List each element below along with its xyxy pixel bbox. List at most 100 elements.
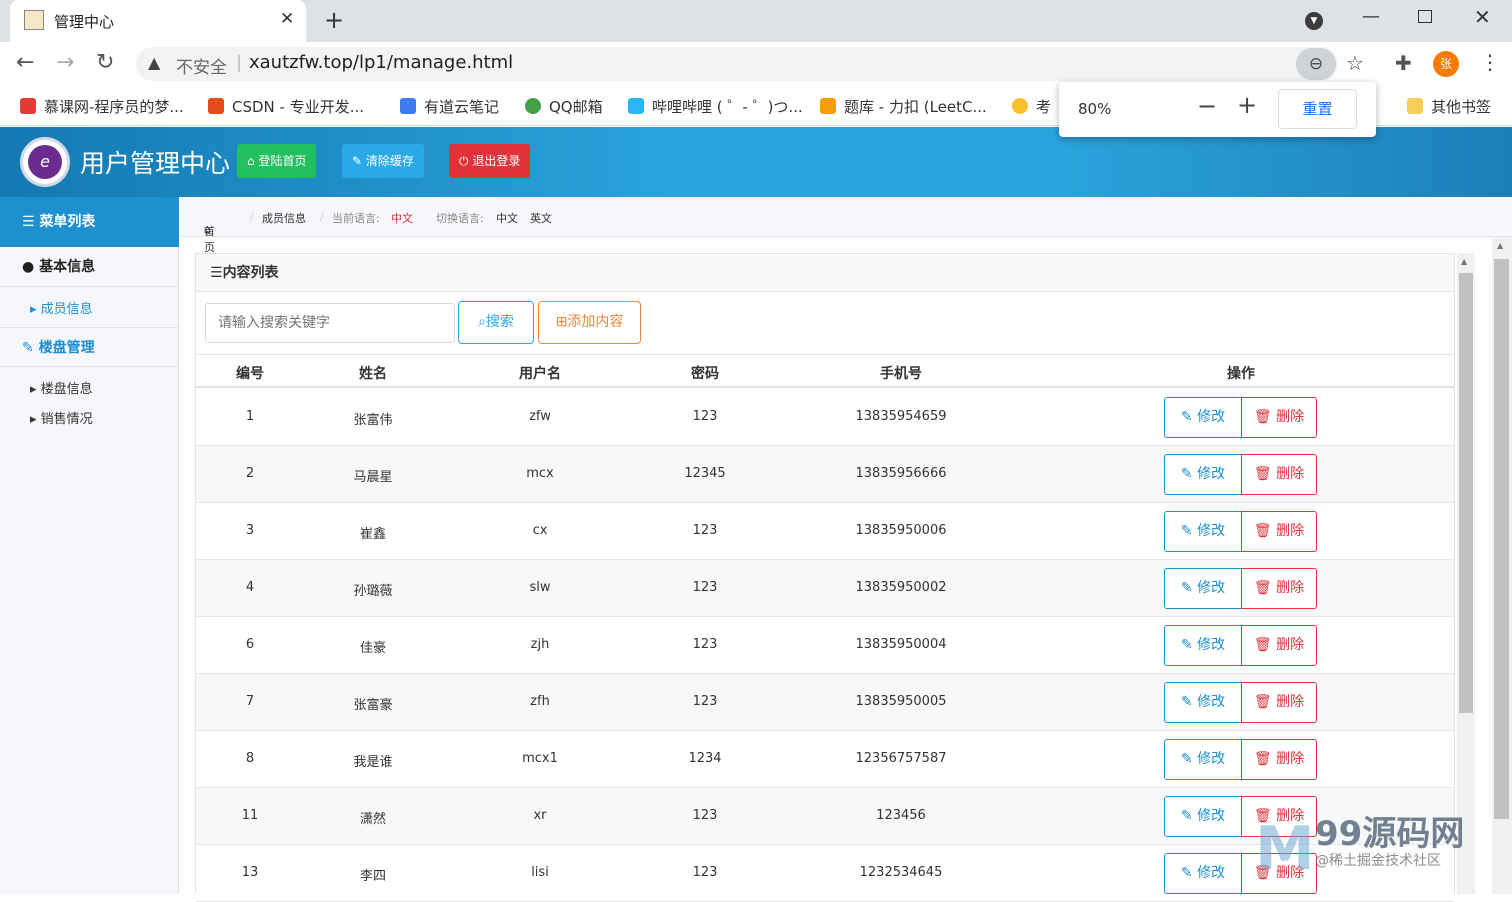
switch-to-chinese-link[interactable]: 中文 — [496, 210, 518, 226]
sidebar-item-property-info[interactable]: ▸ 楼盘信息 — [30, 378, 93, 397]
cell-password: 123 — [692, 808, 718, 823]
cell-phone: 1232534645 — [859, 865, 943, 880]
delete-button[interactable]: 🗑︎ 删除 — [1241, 682, 1317, 723]
bookmark-label: 慕课网-程序员的梦... — [44, 98, 184, 116]
minimize-window-icon[interactable]: — — [1362, 6, 1380, 27]
caret-right-icon: ▸ — [30, 302, 41, 317]
zoom-icon[interactable]: ⊖ — [1296, 48, 1336, 80]
back-arrow-icon[interactable]: ← — [16, 50, 34, 75]
add-content-button[interactable]: ⊞添加内容 — [538, 301, 641, 344]
url-text[interactable]: xautzfw.top/lp1/manage.html — [249, 52, 513, 73]
list-icon: ☰ — [22, 214, 40, 230]
cell-password: 123 — [692, 694, 718, 709]
new-tab-button[interactable]: + — [324, 6, 344, 34]
logout-button[interactable]: ⏻ 退出登录 — [449, 144, 531, 178]
edit-label: 修改 — [1197, 580, 1226, 596]
search-input[interactable] — [205, 303, 455, 343]
insecure-label[interactable]: 不安全 — [176, 53, 227, 78]
page-scroll-thumb[interactable] — [1494, 259, 1509, 819]
edit-button[interactable]: ✎ 修改 — [1164, 454, 1242, 495]
address-divider: | — [236, 52, 243, 73]
zoom-out-button[interactable]: − — [1197, 92, 1217, 120]
cell-username: zfw — [529, 409, 551, 424]
column-header-id: 编号 — [236, 366, 264, 382]
panel-header: ☰内容列表 — [196, 254, 1454, 292]
clear-cache-button[interactable]: ✎ 清除缓存 — [342, 144, 424, 178]
list-icon: ☰ — [210, 265, 223, 281]
delete-button[interactable]: 🗑︎ 删除 — [1241, 511, 1317, 552]
bookmark-item[interactable]: 慕课网-程序员的梦... — [20, 96, 184, 117]
cell-phone: 13835954659 — [855, 409, 947, 424]
sidebar-item-member-info[interactable]: ▸ 成员信息 — [30, 298, 93, 317]
close-window-icon[interactable]: ✕ — [1474, 5, 1491, 29]
delete-button[interactable]: 🗑︎ 删除 — [1241, 454, 1317, 495]
bookmark-item[interactable]: 有道云笔记 — [400, 96, 499, 117]
bookmark-item[interactable]: 考 — [1012, 96, 1051, 117]
address-bar[interactable]: ▲ 不安全 | xautzfw.top/lp1/manage.html ⊖ ☆ — [136, 47, 1364, 81]
edit-button[interactable]: ✎ 修改 — [1164, 796, 1242, 837]
cell-password: 12345 — [684, 466, 726, 481]
panel-title: 内容列表 — [222, 265, 279, 281]
delete-button[interactable]: 🗑︎ 删除 — [1241, 397, 1317, 438]
trash-icon: 🗑︎ — [1253, 694, 1277, 710]
reload-icon[interactable]: ↻ — [96, 50, 114, 75]
browser-tab[interactable]: 管理中心 ✕ — [10, 0, 306, 42]
bookmark-item[interactable]: 哔哩哔哩 ( ゜- ゜)つ... — [628, 96, 803, 117]
forward-arrow-icon[interactable]: → — [56, 50, 74, 75]
switch-to-english-link[interactable]: 英文 — [530, 210, 552, 226]
edit-icon: ✎ — [1180, 637, 1198, 653]
panel-scroll-thumb[interactable] — [1459, 273, 1473, 713]
table-row: 2 马晨星 mcx 12345 13835956666 ✎ 修改 🗑︎ 删除 — [196, 446, 1454, 503]
delete-button[interactable]: 🗑︎ 删除 — [1241, 739, 1317, 780]
sidebar-group-label: 楼盘管理 — [38, 340, 95, 356]
warning-icon[interactable]: ▲ — [148, 53, 160, 72]
bookmark-favicon-icon — [820, 98, 836, 114]
tab-close-icon[interactable]: ✕ — [280, 9, 294, 29]
search-button[interactable]: ⌕搜索 — [458, 301, 534, 344]
maximize-window-icon[interactable] — [1418, 10, 1432, 23]
scroll-up-icon[interactable]: ▲ — [1461, 257, 1467, 266]
scroll-up-icon[interactable]: ▲ — [1497, 241, 1503, 250]
cell-name: 崔鑫 — [359, 527, 387, 542]
edit-button[interactable]: ✎ 修改 — [1164, 397, 1242, 438]
watermark-subtitle: @稀土掘金技术社区 — [1315, 853, 1441, 869]
edit-button[interactable]: ✎ 修改 — [1164, 511, 1242, 552]
browser-menu-icon[interactable]: ⋮ — [1480, 50, 1500, 74]
bookmark-item[interactable]: 题库 - 力扣 (LeetC... — [820, 96, 987, 117]
zoom-in-button[interactable]: + — [1237, 91, 1257, 119]
edit-button[interactable]: ✎ 修改 — [1164, 853, 1242, 894]
column-header-password: 密码 — [691, 366, 719, 382]
sidebar-item-sales[interactable]: ▸ 销售情况 — [30, 408, 93, 427]
sidebar: ☰ 菜单列表 ● 基本信息 ▸ 成员信息 ✎ 楼盘管理 ▸ 楼盘信息 ▸ 销售情… — [0, 197, 179, 894]
login-home-button[interactable]: ⌂ 登陆首页 — [237, 144, 317, 178]
other-bookmarks[interactable]: 其他书签 — [1407, 96, 1491, 117]
extensions-puzzle-icon[interactable]: ✚ — [1395, 51, 1412, 75]
edit-button[interactable]: ✎ 修改 — [1164, 625, 1242, 666]
sidebar-group-basic-info[interactable]: ● 基本信息 — [0, 247, 179, 287]
watermark-logo-icon: M — [1255, 814, 1315, 884]
cell-id: 11 — [241, 808, 259, 823]
page-scrollbar[interactable]: ▲ — [1492, 237, 1512, 894]
edit-button[interactable]: ✎ 修改 — [1164, 739, 1242, 780]
bookmark-item[interactable]: CSDN - 专业开发... — [208, 96, 364, 117]
edit-label: 修改 — [1197, 751, 1226, 767]
cell-phone: 13835950002 — [855, 580, 947, 595]
panel-scrollbar[interactable]: ▲ — [1457, 253, 1475, 894]
edit-label: 修改 — [1197, 466, 1226, 482]
cell-password: 123 — [692, 409, 718, 424]
edit-button[interactable]: ✎ 修改 — [1164, 568, 1242, 609]
tab-search-icon[interactable]: ▼ — [1305, 12, 1323, 30]
edit-button[interactable]: ✎ 修改 — [1164, 682, 1242, 723]
delete-button[interactable]: 🗑︎ 删除 — [1241, 568, 1317, 609]
edit-label: 修改 — [1197, 523, 1226, 539]
page-title: 用户管理中心 — [80, 149, 231, 178]
zoom-reset-button[interactable]: 重置 — [1278, 89, 1357, 129]
bookmark-star-icon[interactable]: ☆ — [1346, 51, 1364, 75]
plus-square-icon: ⊞ — [555, 314, 568, 330]
bookmark-item[interactable]: QQ邮箱 — [525, 96, 603, 117]
browser-tab-strip: 管理中心 ✕ + ▼ — ✕ — [0, 0, 1512, 42]
delete-button[interactable]: 🗑︎ 删除 — [1241, 625, 1317, 666]
sidebar-group-property-mgmt[interactable]: ✎ 楼盘管理 — [0, 327, 179, 367]
profile-avatar[interactable]: 张 — [1433, 51, 1459, 77]
cell-id: 8 — [245, 751, 255, 766]
